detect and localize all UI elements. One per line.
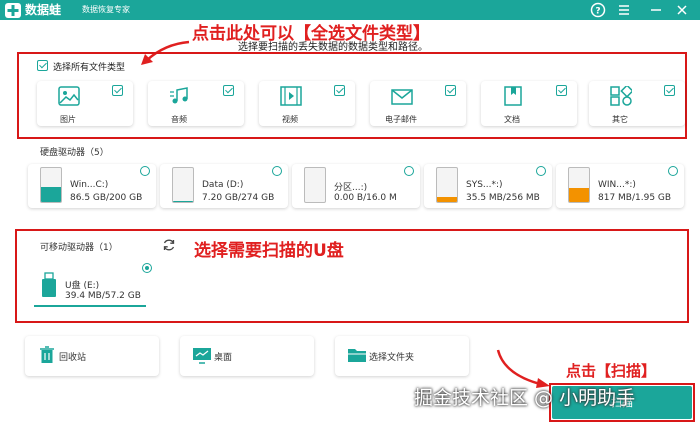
page-subtitle: 选择要扫描的丢失数据的数据类型和路径。 <box>238 42 428 53</box>
drive-radio[interactable] <box>668 166 678 176</box>
drive-radio[interactable] <box>536 166 546 176</box>
drive-card[interactable]: 分区...:) 0.00 B/16.0 M <box>292 164 420 208</box>
drive-size: 7.20 GB/274 GB <box>202 193 275 203</box>
music-icon <box>170 87 188 104</box>
usb-drive-name: U盘 (E:) <box>65 281 100 291</box>
location-label: 回收站 <box>59 353 87 363</box>
drive-icon <box>172 167 194 203</box>
frog-logo-icon <box>5 3 21 18</box>
watermark: 掘金技术社区 @ 小明助手 <box>414 387 636 409</box>
location-tile-recycle-bin[interactable]: 回收站 <box>25 336 159 376</box>
app-name: 数据蛙 <box>25 3 62 17</box>
filetype-label: 文档 <box>504 115 520 124</box>
location-tile-desktop[interactable]: 桌面 <box>180 336 314 376</box>
drive-card[interactable]: Win...C:) 86.5 GB/200 GB <box>28 164 156 208</box>
filetype-checkbox[interactable] <box>334 85 345 96</box>
location-label: 选择文件夹 <box>369 353 415 363</box>
drive-size: 0.00 B/16.0 M <box>334 193 397 203</box>
usb-drive-radio[interactable] <box>142 263 152 273</box>
filetype-checkbox[interactable] <box>112 85 123 96</box>
filetype-card-email[interactable]: 电子邮件 <box>370 81 466 126</box>
help-icon[interactable]: ? <box>590 2 606 18</box>
filetype-label: 图片 <box>60 115 76 124</box>
select-all-checkbox[interactable] <box>37 60 48 71</box>
scan-annotation-arrow-icon <box>496 349 550 388</box>
drive-icon <box>436 167 458 203</box>
drive-name: SYS...*:) <box>466 180 503 190</box>
usb-annotation: 选择需要扫描的U盘 <box>194 241 344 261</box>
drive-icon <box>568 167 590 203</box>
filetype-label: 其它 <box>612 115 628 124</box>
title-bar: 数据蛙 数据恢复专家 ? <box>0 0 700 20</box>
other-icon <box>610 86 632 106</box>
filetype-checkbox[interactable] <box>556 85 567 96</box>
removable-drives-title: 可移动驱动器（1） <box>40 243 118 253</box>
drive-card[interactable]: SYS...*:) 35.5 MB/256 MB <box>424 164 552 208</box>
menu-icon[interactable] <box>616 2 632 18</box>
filetype-checkbox[interactable] <box>445 85 456 96</box>
filetype-label: 视频 <box>282 115 298 124</box>
filetype-card-documents[interactable]: 文档 <box>481 81 577 126</box>
document-icon <box>504 86 522 106</box>
drive-icon <box>40 167 62 203</box>
usb-drive-size: 39.4 MB/57.2 GB <box>65 291 141 301</box>
usb-drive-icon <box>42 272 56 297</box>
video-icon <box>280 86 302 106</box>
minimize-icon[interactable] <box>648 2 664 18</box>
email-icon <box>391 89 413 105</box>
drive-icon <box>304 167 326 203</box>
select-all-label: 选择所有文件类型 <box>53 63 126 73</box>
filetype-checkbox[interactable] <box>664 85 675 96</box>
filetype-card-other[interactable]: 其它 <box>589 81 685 126</box>
location-label: 桌面 <box>214 353 233 363</box>
usb-selected-underline <box>34 305 146 307</box>
filetype-card-images[interactable]: 图片 <box>37 81 133 126</box>
drive-name: WIN...*:) <box>598 180 636 190</box>
location-tile-folder[interactable]: 选择文件夹 <box>335 336 469 376</box>
drive-card[interactable]: Data (D:) 7.20 GB/274 GB <box>160 164 288 208</box>
recycle-bin-icon <box>40 346 54 363</box>
refresh-icon[interactable] <box>162 238 176 252</box>
filetype-checkbox[interactable] <box>223 85 234 96</box>
drive-size: 86.5 GB/200 GB <box>70 193 143 203</box>
drive-size: 817 MB/1.95 GB <box>598 193 672 203</box>
filetype-label: 电子邮件 <box>385 115 417 124</box>
image-icon <box>58 86 80 106</box>
drive-radio[interactable] <box>140 166 150 176</box>
drive-card[interactable]: WIN...*:) 817 MB/1.95 GB <box>556 164 684 208</box>
desktop-icon <box>193 348 211 364</box>
svg-text:?: ? <box>595 7 600 17</box>
drive-size: 35.5 MB/256 MB <box>466 193 540 203</box>
scan-annotation: 点击【扫描】 <box>566 362 657 380</box>
close-icon[interactable] <box>674 2 690 18</box>
filetype-label: 音频 <box>171 115 187 124</box>
filetype-card-audio[interactable]: 音频 <box>148 81 244 126</box>
filetype-card-video[interactable]: 视频 <box>259 81 355 126</box>
app-subtitle: 数据恢复专家 <box>82 5 130 14</box>
drive-radio[interactable] <box>272 166 282 176</box>
drive-name: Data (D:) <box>202 180 244 190</box>
hard-drives-title: 硬盘驱动器（5） <box>40 148 109 158</box>
folder-icon <box>348 349 366 362</box>
drive-radio[interactable] <box>404 166 414 176</box>
usb-drive-card[interactable]: U盘 (E:) 39.4 MB/57.2 GB <box>30 262 158 308</box>
drive-name: Win...C:) <box>70 180 109 190</box>
drive-name: 分区...:) <box>334 183 368 193</box>
